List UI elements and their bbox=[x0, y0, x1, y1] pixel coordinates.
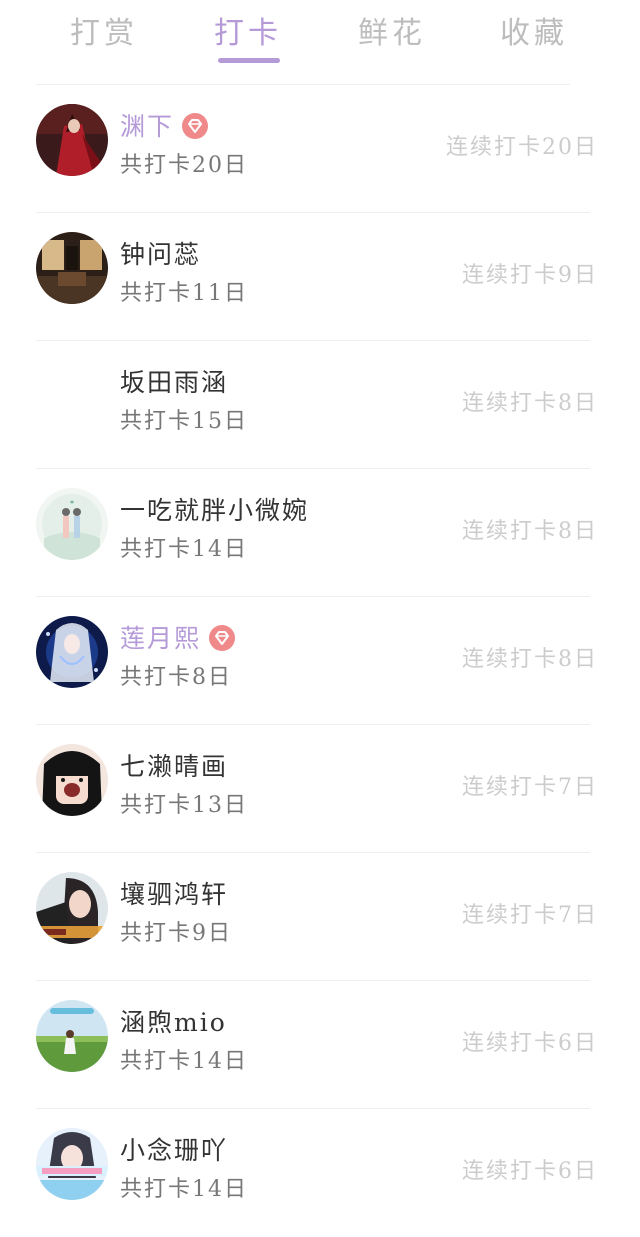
user-name: 壤驷鸿轩 bbox=[120, 880, 229, 909]
user-name: 莲月熙 bbox=[120, 619, 236, 655]
user-name: 小念珊吖 bbox=[120, 1136, 229, 1165]
tab-flowers[interactable]: 鲜花 bbox=[342, 8, 442, 52]
user-name: 坂田雨涵 bbox=[120, 368, 229, 397]
avatar[interactable] bbox=[36, 1128, 108, 1200]
total-checkin-days: 共打卡14日 bbox=[120, 537, 248, 562]
vip-diamond-icon bbox=[182, 112, 209, 139]
streak-days: 连续打卡9日 bbox=[462, 263, 598, 288]
list-item[interactable]: 一吃就胖小微婉 共打卡14日 连续打卡8日 bbox=[0, 469, 640, 597]
active-tab-indicator bbox=[218, 58, 280, 63]
tab-favorites[interactable]: 收藏 bbox=[484, 8, 584, 52]
streak-days: 连续打卡7日 bbox=[462, 775, 598, 800]
avatar[interactable] bbox=[36, 744, 108, 816]
streak-days: 连续打卡8日 bbox=[462, 391, 598, 416]
list-item[interactable]: 渊下 共打卡20日 连续打卡20日 bbox=[0, 85, 640, 213]
list-item[interactable]: 七濑晴画 共打卡13日 连续打卡7日 bbox=[0, 725, 640, 853]
avatar[interactable] bbox=[36, 616, 108, 688]
total-checkin-days: 共打卡8日 bbox=[120, 665, 232, 690]
total-checkin-days: 共打卡9日 bbox=[120, 921, 232, 946]
streak-days: 连续打卡7日 bbox=[462, 903, 598, 928]
avatar[interactable] bbox=[36, 1000, 108, 1072]
user-name: 渊下 bbox=[120, 107, 209, 143]
total-checkin-days: 共打卡14日 bbox=[120, 1049, 248, 1074]
list-item[interactable]: 涵煦mio 共打卡14日 连续打卡6日 bbox=[0, 981, 640, 1109]
avatar[interactable] bbox=[36, 360, 108, 432]
streak-days: 连续打卡8日 bbox=[462, 519, 598, 544]
list-item[interactable]: 钟问蕊 共打卡11日 连续打卡9日 bbox=[0, 213, 640, 341]
total-checkin-days: 共打卡15日 bbox=[120, 409, 248, 434]
list-item[interactable]: 小念珊吖 共打卡14日 连续打卡6日 bbox=[0, 1109, 640, 1237]
vip-diamond-icon bbox=[209, 624, 236, 651]
user-name: 钟问蕊 bbox=[120, 240, 202, 269]
user-name: 七濑晴画 bbox=[120, 752, 229, 781]
avatar[interactable] bbox=[36, 104, 108, 176]
tab-checkin[interactable]: 打卡 bbox=[198, 8, 298, 52]
streak-days: 连续打卡8日 bbox=[462, 647, 598, 672]
streak-days: 连续打卡20日 bbox=[446, 135, 598, 160]
streak-days: 连续打卡6日 bbox=[462, 1159, 598, 1184]
total-checkin-days: 共打卡20日 bbox=[120, 153, 248, 178]
avatar[interactable] bbox=[36, 488, 108, 560]
list-item[interactable]: 壤驷鸿轩 共打卡9日 连续打卡7日 bbox=[0, 853, 640, 981]
avatar[interactable] bbox=[36, 872, 108, 944]
total-checkin-days: 共打卡14日 bbox=[120, 1177, 248, 1202]
total-checkin-days: 共打卡11日 bbox=[120, 281, 248, 306]
streak-days: 连续打卡6日 bbox=[462, 1031, 598, 1056]
avatar[interactable] bbox=[36, 232, 108, 304]
tab-bar: 打赏 打卡 鲜花 收藏 bbox=[0, 0, 640, 80]
total-checkin-days: 共打卡13日 bbox=[120, 793, 248, 818]
tab-reward[interactable]: 打赏 bbox=[54, 8, 154, 52]
list-item[interactable]: 坂田雨涵 共打卡15日 连续打卡8日 bbox=[0, 341, 640, 469]
checkin-list: 渊下 共打卡20日 连续打卡20日 钟问蕊 共打卡11日 连续打卡9日 坂田雨涵… bbox=[0, 85, 640, 1237]
user-name: 涵煦mio bbox=[120, 1008, 227, 1037]
list-item[interactable]: 莲月熙 共打卡8日 连续打卡8日 bbox=[0, 597, 640, 725]
user-name: 一吃就胖小微婉 bbox=[120, 496, 310, 525]
